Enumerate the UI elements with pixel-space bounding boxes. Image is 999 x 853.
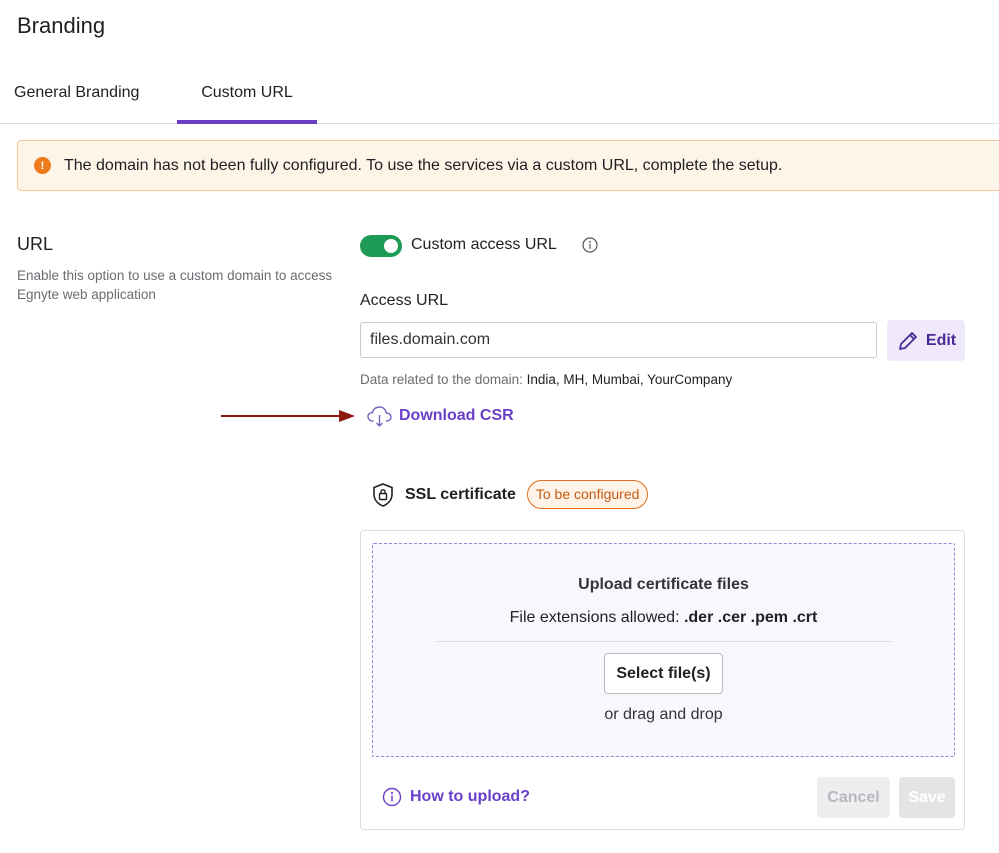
pencil-icon	[898, 331, 917, 350]
annotation-arrow-icon	[221, 410, 355, 422]
edit-button[interactable]: Edit	[887, 320, 965, 361]
divider	[436, 641, 892, 642]
toggle-knob	[384, 239, 398, 253]
upload-title: Upload certificate files	[578, 576, 749, 593]
tab-bar: General Branding Custom URL	[0, 66, 999, 124]
select-files-button[interactable]: Select file(s)	[604, 653, 723, 694]
access-url-input[interactable]	[360, 322, 877, 358]
ssl-certificate-header: SSL certificate To be configured	[371, 480, 649, 509]
edit-button-label: Edit	[925, 331, 957, 349]
status-badge: To be configured	[526, 480, 649, 509]
certificate-upload-panel: Upload certificate files File extensions…	[360, 530, 965, 830]
url-section-title: URL	[17, 234, 54, 254]
warning-circle-icon: !	[34, 157, 51, 174]
custom-access-url-label: Custom access URL	[411, 236, 557, 253]
domain-data-text: Data related to the domain: India, MH, M…	[360, 372, 732, 387]
shield-lock-icon	[373, 482, 393, 507]
download-csr-label: Download CSR	[399, 407, 514, 424]
access-url-label: Access URL	[360, 292, 449, 309]
ssl-certificate-title: SSL certificate	[405, 485, 516, 503]
how-to-upload-label: How to upload?	[410, 788, 530, 805]
warning-alert: ! The domain has not been fully configur…	[17, 140, 999, 191]
download-csr-link[interactable]: Download CSR	[366, 404, 514, 428]
cancel-button[interactable]: Cancel	[817, 777, 890, 818]
tab-general-branding[interactable]: General Branding	[14, 66, 164, 124]
how-to-upload-link[interactable]: How to upload?	[382, 787, 530, 807]
alert-message: The domain has not been fully configured…	[64, 156, 783, 174]
info-icon	[382, 787, 402, 807]
domain-data-prefix: Data related to the domain:	[360, 372, 527, 387]
cloud-download-icon	[367, 406, 392, 427]
allowed-extensions-list: .der .cer .pem .crt	[683, 609, 818, 626]
custom-access-url-toggle[interactable]	[360, 235, 402, 257]
info-icon[interactable]	[582, 237, 598, 253]
save-button[interactable]: Save	[899, 777, 955, 818]
certificate-dropzone[interactable]: Upload certificate files File extensions…	[372, 543, 955, 757]
drag-drop-text: or drag and drop	[604, 706, 723, 723]
domain-data-value: India, MH, Mumbai, YourCompany	[526, 372, 733, 387]
page-title: Branding	[17, 13, 106, 38]
url-section-description: Enable this option to use a custom domai…	[17, 268, 333, 302]
tab-custom-url[interactable]: Custom URL	[177, 66, 317, 124]
allowed-extensions: File extensions allowed: .der .cer .pem …	[373, 609, 954, 627]
allowed-extensions-prefix: File extensions allowed:	[509, 609, 684, 626]
